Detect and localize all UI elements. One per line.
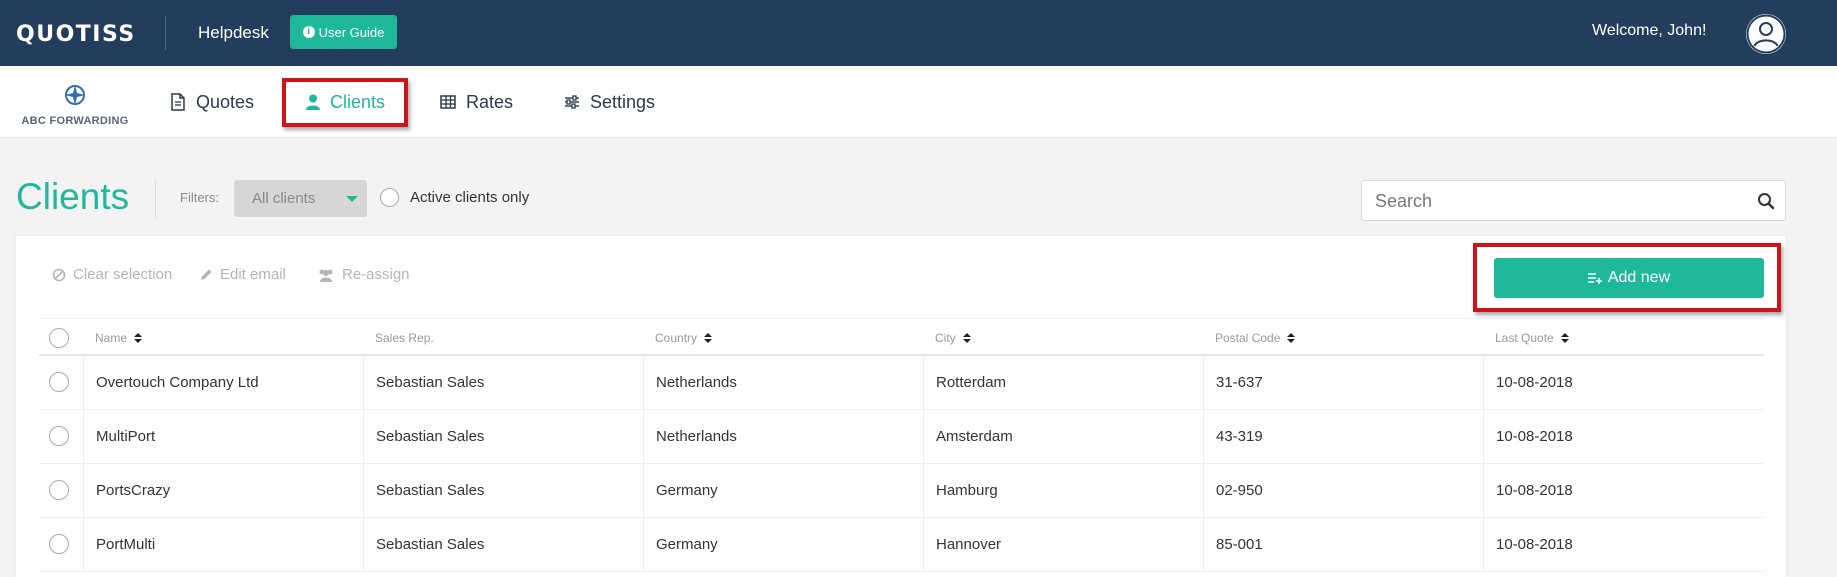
cell-last-quote: 10-08-2018 — [1483, 518, 1764, 572]
nav-item-quotes[interactable]: Quotes — [170, 66, 254, 138]
edit-email-label: Edit email — [220, 266, 286, 283]
cell-sales-rep: Sebastian Sales — [363, 356, 643, 410]
column-header-country[interactable]: Country — [655, 331, 713, 345]
cell-postal-code: 85-001 — [1203, 518, 1483, 572]
page-title: Clients — [16, 176, 130, 217]
company-logo-icon — [65, 85, 85, 105]
cell-last-quote: 10-08-2018 — [1483, 410, 1764, 464]
divider — [155, 180, 156, 218]
cell-country: Netherlands — [643, 356, 923, 410]
cell-last-quote: 10-08-2018 — [1483, 356, 1764, 410]
active-clients-radio[interactable] — [380, 188, 399, 207]
client-filter-select[interactable]: All clients — [234, 180, 367, 217]
cell-country: Germany — [643, 518, 923, 572]
select-all-radio[interactable] — [49, 328, 69, 348]
table-icon — [440, 95, 456, 109]
cell-name: PortsCrazy — [83, 464, 363, 518]
cell-city: Hamburg — [923, 464, 1203, 518]
nav-item-settings[interactable]: Settings — [564, 66, 655, 138]
sort-icon[interactable] — [1287, 333, 1296, 343]
cell-city: Amsterdam — [923, 410, 1203, 464]
client-filter-value: All clients — [252, 190, 316, 207]
company-name: ABC FORWARDING — [21, 115, 129, 127]
column-header-city[interactable]: City — [935, 331, 971, 345]
cell-postal-code: 02-950 — [1203, 464, 1483, 518]
user-guide-button[interactable]: i User Guide — [290, 15, 397, 49]
sort-icon[interactable] — [1560, 333, 1569, 343]
cell-country: Germany — [643, 464, 923, 518]
user-avatar-icon[interactable] — [1746, 14, 1786, 54]
main-nav: ABC FORWARDING Quotes Clients Rates Sett… — [0, 66, 1837, 138]
cell-name: MultiPort — [83, 410, 363, 464]
sliders-icon — [565, 95, 579, 109]
users-icon — [319, 269, 333, 282]
add-new-highlight-box — [1473, 243, 1781, 312]
user-guide-label: User Guide — [318, 24, 385, 40]
nav-label: Rates — [466, 91, 514, 112]
cell-last-quote: 10-08-2018 — [1483, 464, 1764, 518]
ban-icon — [52, 268, 66, 281]
quotiss-logo[interactable]: QUOTISS — [16, 22, 136, 47]
active-clients-label[interactable]: Active clients only — [410, 189, 529, 206]
helpdesk-link[interactable]: Helpdesk — [198, 23, 269, 43]
sort-icon[interactable] — [704, 333, 713, 343]
chevron-down-icon — [346, 196, 358, 202]
table-header: Name Sales Rep. Country City Postal Code… — [39, 318, 1764, 356]
reassign-label: Re-assign — [342, 266, 410, 283]
column-header-last-quote[interactable]: Last Quote — [1495, 331, 1569, 345]
clients-highlight-box — [282, 78, 408, 127]
cell-country: Netherlands — [643, 410, 923, 464]
clear-selection-button[interactable]: Clear selection — [52, 266, 172, 283]
filters-label: Filters: — [180, 190, 219, 205]
cell-city: Hannover — [923, 518, 1203, 572]
column-header-sales-rep: Sales Rep. — [375, 331, 434, 345]
cell-sales-rep: Sebastian Sales — [363, 410, 643, 464]
nav-item-rates[interactable]: Rates — [440, 66, 513, 138]
nav-label: Quotes — [196, 91, 255, 112]
cell-sales-rep: Sebastian Sales — [363, 464, 643, 518]
row-select-radio[interactable] — [49, 426, 69, 446]
divider — [165, 16, 166, 50]
nav-label: Settings — [590, 91, 656, 112]
company-brand: ABC FORWARDING — [16, 84, 134, 127]
column-header-name[interactable]: Name — [95, 331, 143, 345]
sort-icon[interactable] — [962, 333, 971, 343]
document-icon — [171, 93, 185, 111]
pencil-icon — [201, 269, 212, 280]
cell-postal-code: 43-319 — [1203, 410, 1483, 464]
cell-postal-code: 31-637 — [1203, 356, 1483, 410]
cell-sales-rep: Sebastian Sales — [363, 518, 643, 572]
row-select-radio[interactable] — [49, 480, 69, 500]
clients-table: Name Sales Rep. Country City Postal Code… — [39, 318, 1764, 572]
clear-selection-label: Clear selection — [73, 266, 173, 283]
row-select-radio[interactable] — [49, 372, 69, 392]
row-select-radio[interactable] — [49, 534, 69, 554]
welcome-text: Welcome, John! — [1592, 22, 1707, 39]
column-header-postal-code[interactable]: Postal Code — [1215, 331, 1296, 345]
cell-name: Overtouch Company Ltd — [83, 356, 363, 410]
reassign-button[interactable]: Re-assign — [317, 266, 410, 283]
table-row[interactable]: PortsCrazy Sebastian Sales Germany Hambu… — [39, 464, 1764, 518]
search-box — [1361, 180, 1786, 221]
cell-city: Rotterdam — [923, 356, 1203, 410]
sort-icon[interactable] — [134, 333, 143, 343]
search-icon[interactable] — [1757, 192, 1775, 210]
cell-name: PortMulti — [83, 518, 363, 572]
table-row[interactable]: Overtouch Company Ltd Sebastian Sales Ne… — [39, 356, 1764, 410]
edit-email-button[interactable]: Edit email — [199, 266, 286, 283]
table-row[interactable]: MultiPort Sebastian Sales Netherlands Am… — [39, 410, 1764, 464]
table-row[interactable]: PortMulti Sebastian Sales Germany Hannov… — [39, 518, 1764, 572]
top-bar: QUOTISS Helpdesk i User Guide Welcome, J… — [0, 0, 1837, 66]
search-input[interactable] — [1375, 190, 1735, 212]
info-icon: i — [302, 26, 315, 38]
